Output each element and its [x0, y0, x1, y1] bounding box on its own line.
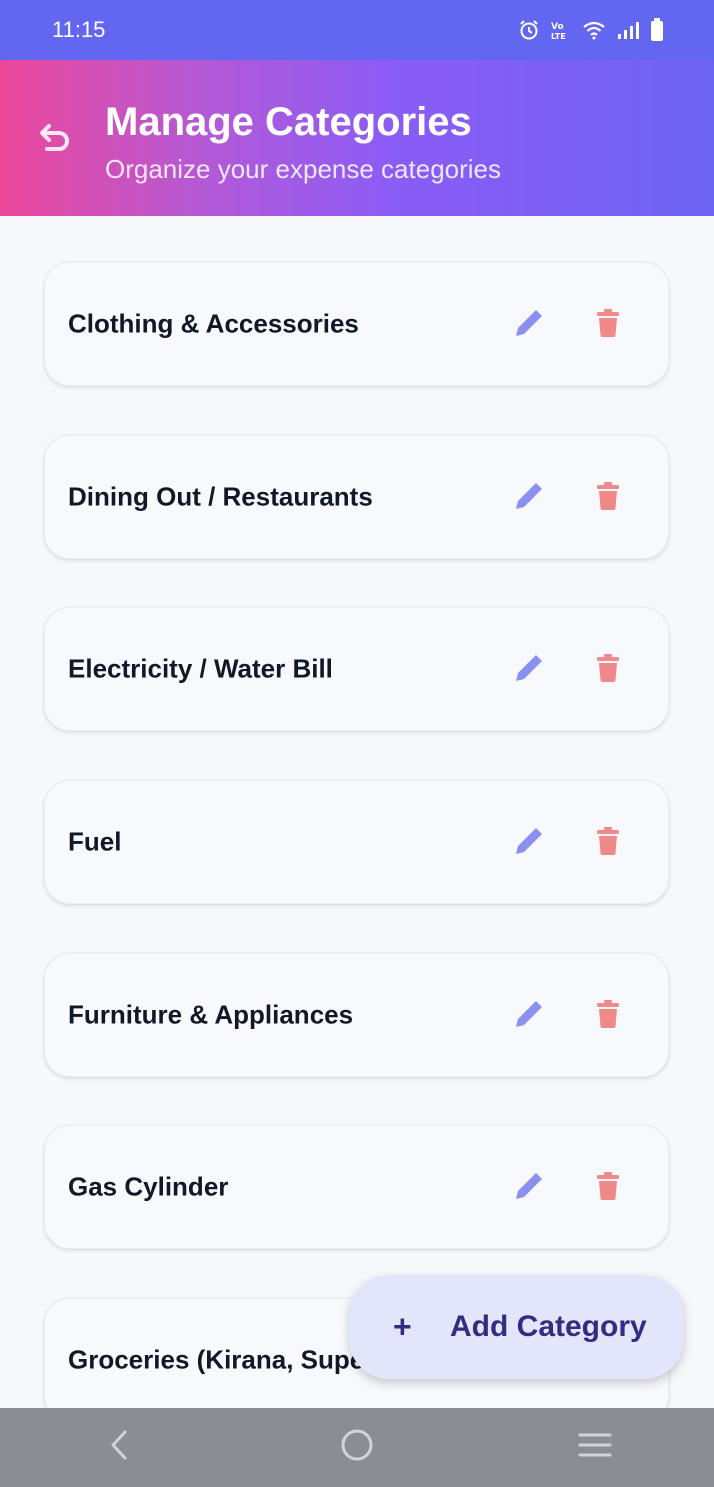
category-label: Fuel — [68, 826, 122, 857]
add-category-button[interactable]: + Add Category — [349, 1275, 684, 1379]
trash-icon — [597, 308, 619, 342]
delete-button[interactable] — [593, 652, 623, 688]
pencil-icon — [512, 479, 546, 518]
category-label: Gas Cylinder — [68, 1171, 229, 1202]
nav-recents-button[interactable] — [565, 1418, 625, 1478]
page-subtitle: Organize your expense categories — [105, 154, 502, 184]
app-header: Manage Categories Organize your expense … — [0, 60, 714, 216]
volte-icon: Vo LTE — [550, 19, 572, 41]
category-label: Furniture & Appliances — [68, 999, 354, 1030]
pencil-icon — [512, 824, 546, 863]
pencil-icon — [512, 651, 546, 690]
trash-icon — [597, 826, 619, 860]
trash-icon — [597, 481, 619, 515]
category-card[interactable]: Fuel — [44, 780, 669, 904]
delete-button[interactable] — [593, 998, 623, 1034]
edit-button[interactable] — [511, 825, 547, 861]
category-label: Dining Out / Restaurants — [68, 481, 373, 512]
svg-text:LTE: LTE — [551, 32, 566, 41]
plus-icon: + — [393, 1308, 412, 1345]
trash-icon — [597, 653, 619, 687]
status-time: 11:15 — [52, 17, 106, 42]
signal-icon — [616, 20, 640, 40]
delete-button[interactable] — [593, 825, 623, 861]
status-bar: 11:15 Vo LTE — [0, 0, 714, 60]
delete-button[interactable] — [593, 1170, 623, 1206]
category-label: Electricity / Water Bill — [68, 653, 333, 684]
back-button[interactable] — [32, 118, 76, 162]
edit-button[interactable] — [511, 480, 547, 516]
recents-icon — [578, 1431, 612, 1464]
category-list: Clothing & Accessories Dining Out / Rest… — [0, 216, 714, 1408]
edit-button[interactable] — [511, 652, 547, 688]
back-icon — [107, 1429, 131, 1466]
add-category-label: Add Category — [450, 1310, 647, 1343]
svg-text:Vo: Vo — [551, 22, 564, 32]
category-card[interactable]: Furniture & Appliances — [44, 953, 669, 1077]
edit-button[interactable] — [511, 307, 547, 343]
edit-button[interactable] — [511, 1170, 547, 1206]
trash-icon — [597, 1171, 619, 1205]
category-card[interactable]: Electricity / Water Bill — [44, 607, 669, 731]
category-card[interactable]: Gas Cylinder — [44, 1125, 669, 1249]
trash-icon — [597, 999, 619, 1033]
system-nav-bar — [0, 1408, 714, 1487]
nav-home-button[interactable] — [327, 1418, 387, 1478]
battery-icon — [650, 18, 664, 42]
category-label: Groceries (Kirana, Supe — [68, 1344, 365, 1375]
pencil-icon — [512, 997, 546, 1036]
category-card[interactable]: Dining Out / Restaurants — [44, 435, 669, 559]
home-icon — [340, 1428, 374, 1467]
delete-button[interactable] — [593, 307, 623, 343]
pencil-icon — [512, 1169, 546, 1208]
nav-back-button[interactable] — [89, 1418, 149, 1478]
edit-button[interactable] — [511, 998, 547, 1034]
delete-button[interactable] — [593, 480, 623, 516]
category-card[interactable]: Clothing & Accessories — [44, 262, 669, 386]
wifi-icon — [582, 20, 606, 40]
category-label: Clothing & Accessories — [68, 308, 359, 339]
pencil-icon — [512, 306, 546, 345]
status-icons: Vo LTE — [518, 18, 664, 42]
back-arrow-icon — [37, 123, 71, 158]
page-title: Manage Categories — [105, 100, 472, 144]
alarm-icon — [518, 19, 540, 41]
